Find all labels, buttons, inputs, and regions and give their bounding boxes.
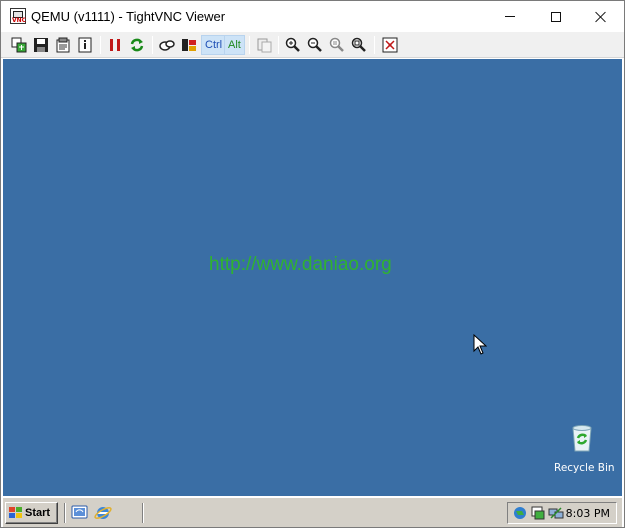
minimize-button[interactable] [487,1,533,32]
clipboard-icon[interactable] [254,35,274,55]
save-icon[interactable] [31,35,51,55]
info-icon[interactable] [75,35,95,55]
options-icon[interactable] [53,35,73,55]
new-connection-icon[interactable] [9,35,29,55]
start-button[interactable]: Start [5,502,58,524]
windows-flag-icon [9,507,23,519]
watermark-text: http://www.daniao.org [209,254,392,275]
close-button[interactable] [578,1,624,32]
maximize-icon [551,11,561,22]
maximize-button[interactable] [533,1,579,32]
toolbar: Ctrl Alt [1,32,624,58]
recycle-bin-label: Recycle Bin [554,462,615,474]
mouse-cursor-icon [473,333,488,361]
minimize-icon [505,16,515,17]
tray-app-icon[interactable] [530,505,546,521]
vnc-app-icon[interactable]: VNC [10,8,26,24]
ctrl-esc-icon[interactable] [179,35,199,55]
close-icon [595,11,607,23]
recycle-bin[interactable]: Recycle Bin [552,423,615,475]
show-desktop-icon[interactable] [71,504,89,522]
start-label: Start [25,507,51,519]
tray-network-icon[interactable] [548,505,564,521]
alt-key[interactable]: Alt [224,35,245,55]
taskbar: Start 8:03 PM [3,497,622,527]
ctrl-alt-del-icon[interactable] [157,35,177,55]
zoom-auto-icon[interactable] [349,35,369,55]
vnc-viewer-window: VNC QEMU (v1111) - TightVNC Viewer Ctrl … [0,0,625,528]
window-title: QEMU (v1111) - TightVNC Viewer [31,9,226,24]
clock[interactable]: 8:03 PM [566,507,610,520]
system-tray: 8:03 PM [507,502,617,524]
ctrl-key[interactable]: Ctrl [201,35,227,55]
zoom-in-icon[interactable] [283,35,303,55]
pause-icon[interactable] [105,35,125,55]
title-bar[interactable]: VNC QEMU (v1111) - TightVNC Viewer [1,1,624,32]
recycle-bin-icon [572,425,592,452]
remote-desktop[interactable]: http://www.daniao.org Recycle Bin [3,59,622,496]
fullscreen-icon[interactable] [380,35,400,55]
zoom-out-icon[interactable] [305,35,325,55]
internet-explorer-icon[interactable] [94,504,112,522]
zoom-100-icon[interactable] [327,35,347,55]
refresh-icon[interactable] [127,35,147,55]
network-icon[interactable] [512,505,528,521]
